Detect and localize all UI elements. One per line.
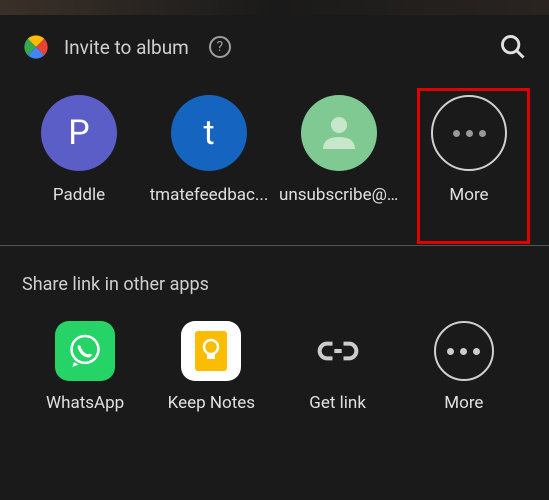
contact-label: Paddle bbox=[53, 185, 105, 205]
share-title: Share link in other apps bbox=[22, 274, 527, 295]
link-icon bbox=[308, 321, 368, 381]
more-icon bbox=[434, 321, 494, 381]
contact-label: More bbox=[449, 185, 488, 205]
app-get-link[interactable]: Get link bbox=[275, 321, 401, 413]
google-photos-icon bbox=[22, 33, 50, 61]
app-whatsapp[interactable]: WhatsApp bbox=[22, 321, 148, 413]
contact-more[interactable]: More bbox=[404, 95, 534, 205]
app-more[interactable]: More bbox=[401, 321, 527, 413]
contact-label: tmatefeedbac... bbox=[150, 185, 269, 205]
whatsapp-icon bbox=[55, 321, 115, 381]
contact-tmatefeedback[interactable]: t tmatefeedbac... bbox=[144, 95, 274, 205]
app-label: Keep Notes bbox=[168, 393, 255, 413]
contact-paddle[interactable]: P Paddle bbox=[14, 95, 144, 205]
header-title: Invite to album bbox=[64, 36, 189, 59]
avatar bbox=[301, 95, 377, 171]
app-keep-notes[interactable]: Keep Notes bbox=[148, 321, 274, 413]
apps-row: WhatsApp Keep Notes Get link bbox=[22, 321, 527, 413]
keep-notes-icon bbox=[181, 321, 241, 381]
avatar: t bbox=[171, 95, 247, 171]
more-icon bbox=[431, 95, 507, 171]
app-label: WhatsApp bbox=[46, 393, 124, 413]
app-label: Get link bbox=[309, 393, 366, 413]
app-label: More bbox=[444, 393, 483, 413]
search-icon[interactable] bbox=[499, 33, 527, 61]
help-icon[interactable]: ? bbox=[209, 36, 231, 58]
contact-label: unsubscribe@... bbox=[279, 185, 399, 205]
contact-unsubscribe[interactable]: unsubscribe@... bbox=[274, 95, 404, 205]
contacts-row: P Paddle t tmatefeedbac... unsubscribe@.… bbox=[0, 75, 549, 215]
image-strip bbox=[0, 0, 549, 15]
header: Invite to album ? bbox=[0, 15, 549, 75]
share-section: Share link in other apps WhatsApp Keep N bbox=[0, 246, 549, 413]
avatar: P bbox=[41, 95, 117, 171]
